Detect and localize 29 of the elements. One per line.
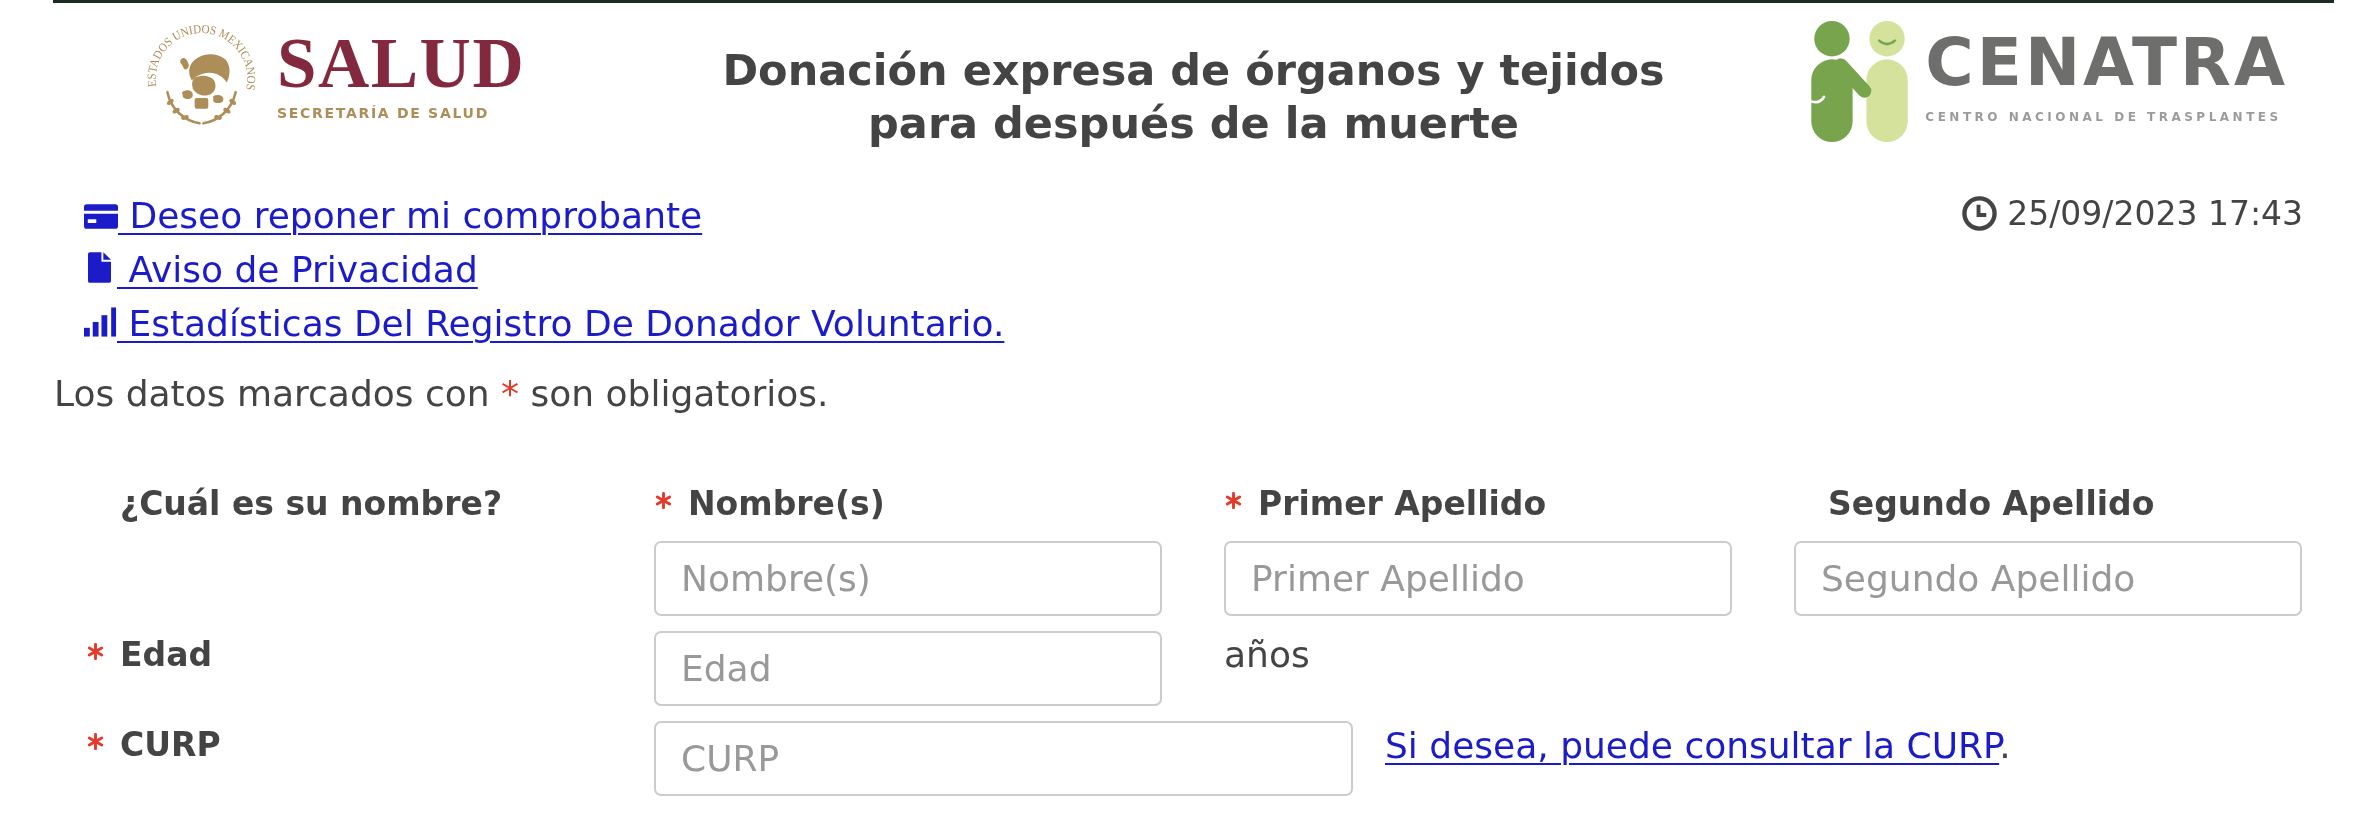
logo-tagline: SECRETARÍA DE SALUD [277,104,489,121]
text-input[interactable]: CURP [654,721,1353,796]
field-label: CURP [120,725,221,765]
required-note: Los datos marcados con * son obligatorios. [54,372,829,416]
logo-tagline: CENTRO NACIONAL DE TRASPLANTES [1925,110,2282,124]
link[interactable]: Si desea, puede consultar la CURP [1385,725,2000,766]
link[interactable]: Estadísticas Del Registro De Donador Voluntario. [84,297,1005,351]
credit-card-icon [84,204,118,229]
field-label: Edad [120,635,213,675]
document-icon [88,252,111,283]
text-input[interactable]: Primer Apellido [1224,541,1732,616]
field-label: Nombre(s) [688,484,885,524]
logo-wordmark: SALUD [277,32,526,93]
text-input[interactable]: Segundo Apellido [1794,541,2302,616]
logo-wordmark: CENATRA [1925,34,2288,92]
two-figures-logo-icon [1811,20,1909,142]
page-title: Donación expresa de órganos y tejidos para después de la muerte [722,44,1665,150]
clock-icon [1962,195,1998,231]
link[interactable]: Deseo reponer mi comprobante [84,189,703,243]
question-label: ¿Cuál es su nombre? [120,484,503,524]
unit-label: años [1224,633,1311,675]
link[interactable]: Aviso de Privacidad [84,243,478,297]
timestamp: 25/09/2023 17:43 [2007,193,2303,233]
field-label: Primer Apellido [1258,484,1547,524]
signal-bars-icon [84,307,117,337]
curp-hint: Si desea, puede consultar la CURP. [1385,724,2011,766]
field-label: Segundo Apellido [1828,484,2155,524]
text-input[interactable]: Nombre(s) [654,541,1162,616]
text-input[interactable]: Edad [654,631,1162,706]
